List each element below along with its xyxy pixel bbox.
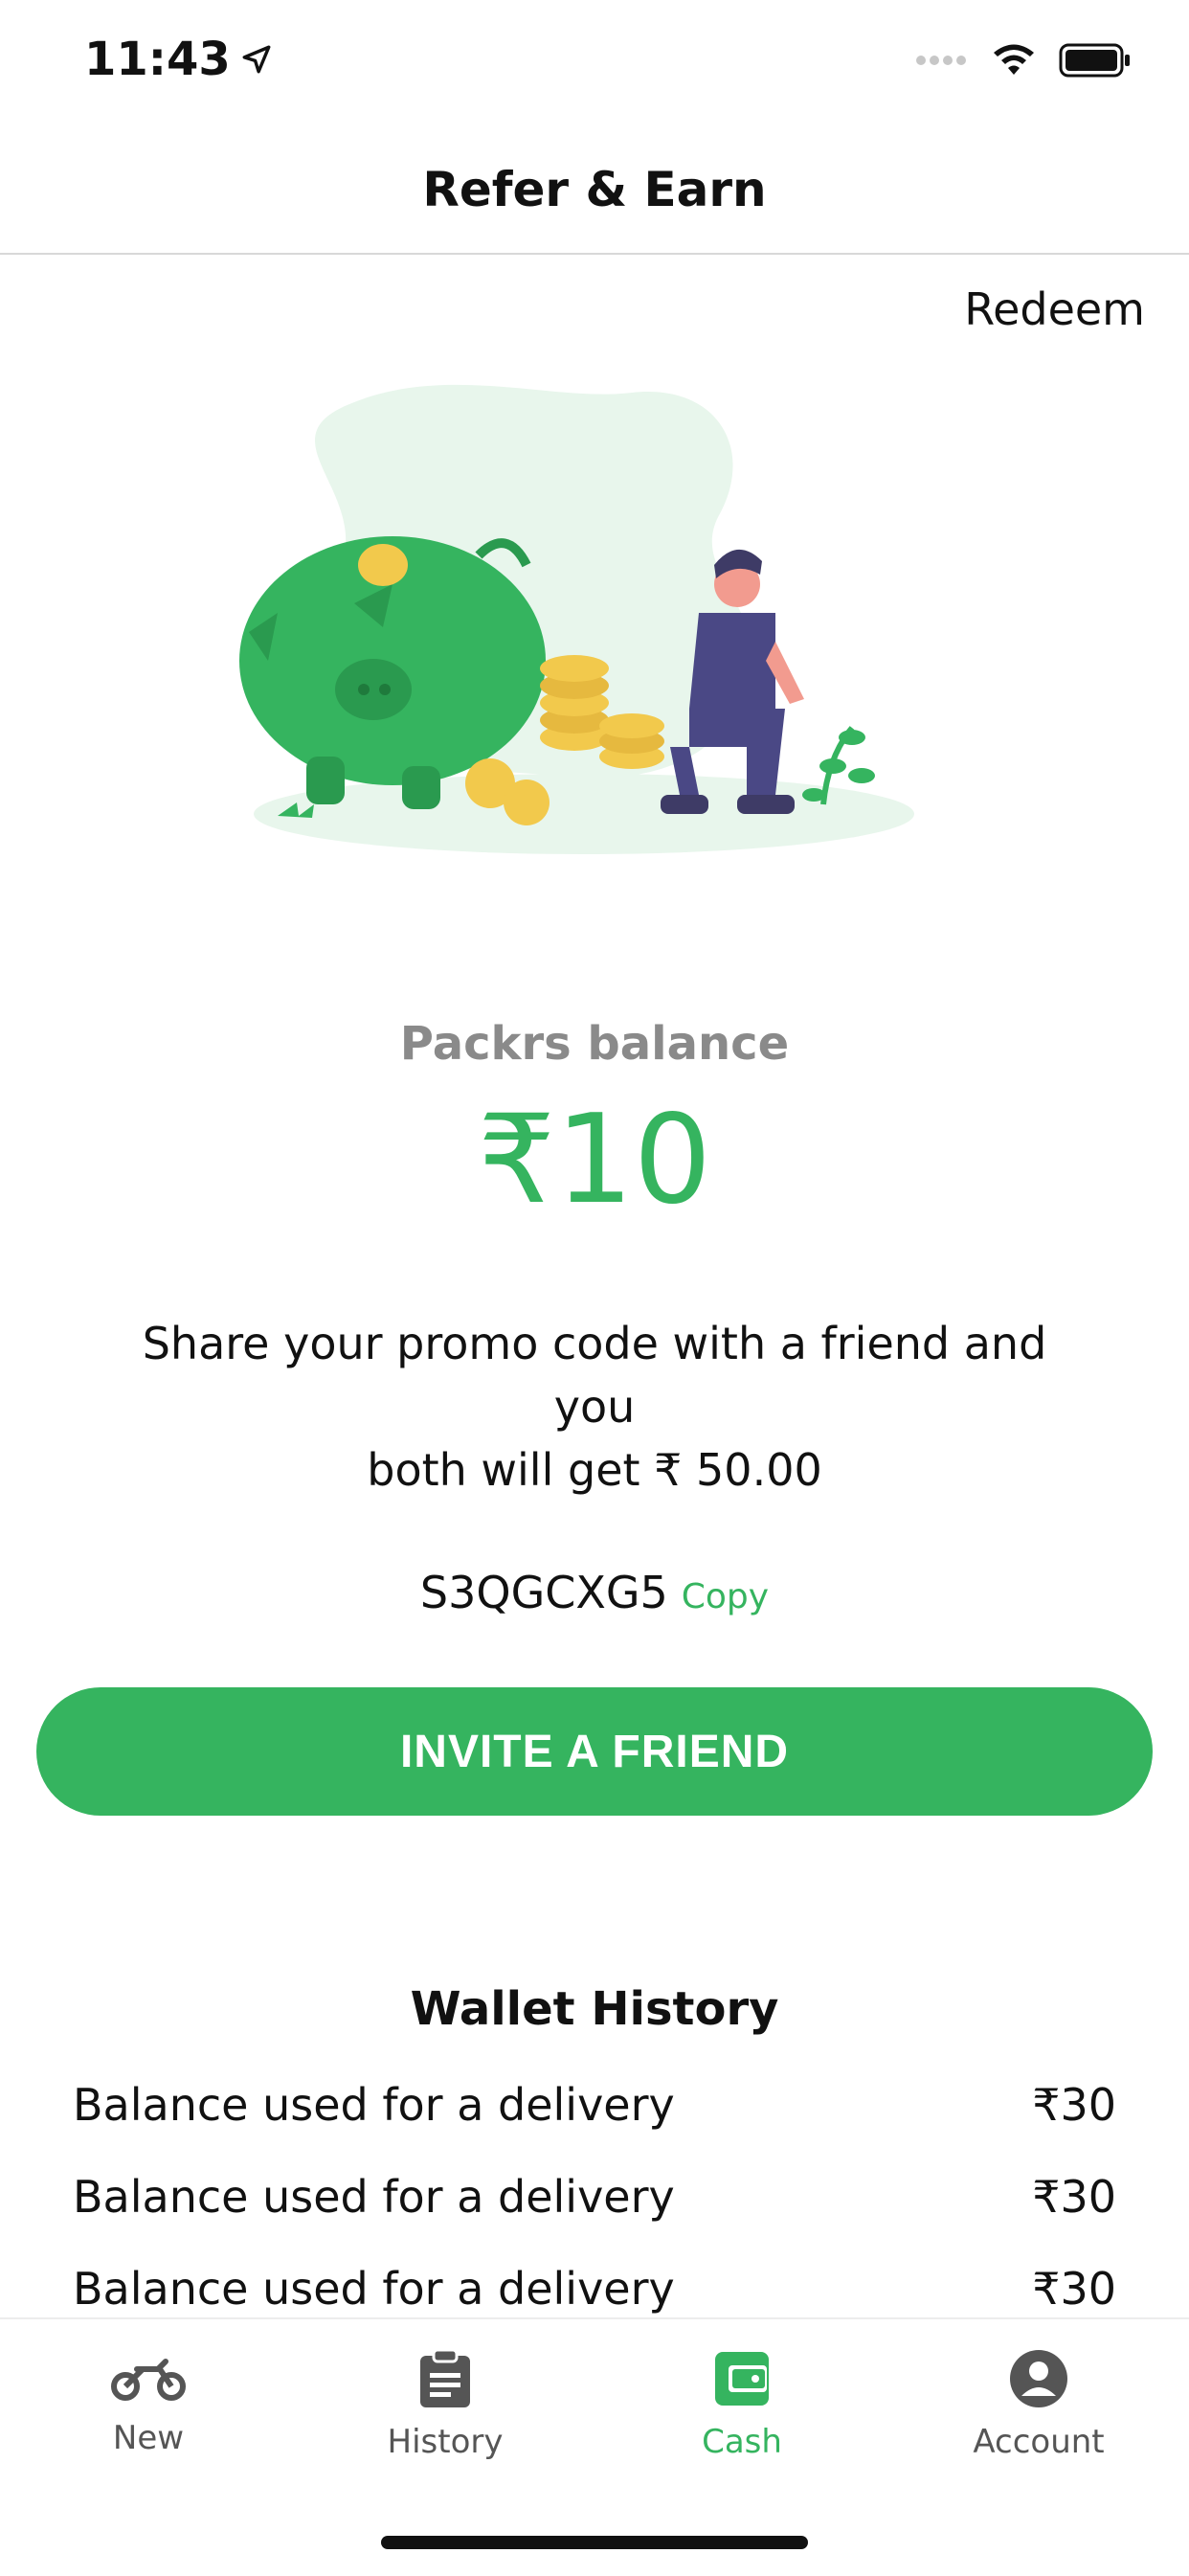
piggy-bank-illustration	[239, 384, 914, 854]
wallet-icon	[715, 2352, 769, 2406]
cellular-signal-icon	[916, 56, 966, 65]
share-text-line-2: both will get ₹ 50.00	[367, 1444, 822, 1496]
tab-account[interactable]: Account	[890, 2348, 1187, 2461]
nav-header: Refer & Earn	[0, 126, 1189, 255]
wallet-entry-description: Balance used for a delivery	[73, 2263, 675, 2315]
share-promo-text: Share your promo code with a friend and …	[96, 1312, 1093, 1502]
tab-label: Account	[973, 2423, 1105, 2461]
clipboard-icon	[420, 2348, 470, 2407]
wifi-icon	[994, 44, 1034, 75]
wallet-history-title: Wallet History	[410, 1982, 779, 2036]
copy-promo-link[interactable]: Copy	[682, 1577, 769, 1616]
status-indicators	[915, 42, 1132, 79]
tab-label: New	[112, 2419, 185, 2457]
promo-code-row: S3QGCXG5 Copy	[0, 1567, 1189, 1618]
tab-cash[interactable]: Cash	[594, 2348, 890, 2461]
account-icon	[1010, 2350, 1067, 2407]
wallet-entry-amount: ₹30	[1032, 2263, 1116, 2315]
status-bar: 11:43	[0, 0, 1189, 126]
wallet-entry-description: Balance used for a delivery	[73, 2171, 675, 2223]
wallet-history-list: Balance used for a delivery ₹30 Balance …	[73, 2059, 1116, 2335]
tab-history[interactable]: History	[297, 2348, 594, 2461]
location-arrow-icon	[242, 45, 271, 74]
status-time: 11:43	[84, 33, 231, 86]
invite-friend-button[interactable]: INVITE A FRIEND	[36, 1687, 1153, 1816]
balance-amount: ₹10	[477, 1089, 712, 1232]
page-title: Refer & Earn	[422, 162, 767, 217]
balance-label: Packrs balance	[399, 1017, 790, 1071]
wallet-entry-amount: ₹30	[1032, 2171, 1116, 2223]
home-indicator[interactable]	[381, 2536, 808, 2549]
status-time-group: 11:43	[84, 33, 273, 86]
wallet-entry-amount: ₹30	[1032, 2079, 1116, 2131]
tab-label: History	[387, 2423, 504, 2461]
wallet-history-row: Balance used for a delivery ₹30	[73, 2059, 1116, 2151]
share-text-line-1: Share your promo code with a friend and …	[142, 1318, 1047, 1433]
wallet-history-row: Balance used for a delivery ₹30	[73, 2151, 1116, 2243]
promo-code: S3QGCXG5	[419, 1567, 668, 1618]
tab-new[interactable]: New	[0, 2348, 297, 2457]
wallet-entry-description: Balance used for a delivery	[73, 2079, 675, 2131]
bike-icon	[111, 2359, 186, 2401]
tab-label: Cash	[702, 2423, 782, 2461]
redeem-link[interactable]: Redeem	[964, 283, 1145, 335]
battery-icon	[1059, 43, 1130, 78]
